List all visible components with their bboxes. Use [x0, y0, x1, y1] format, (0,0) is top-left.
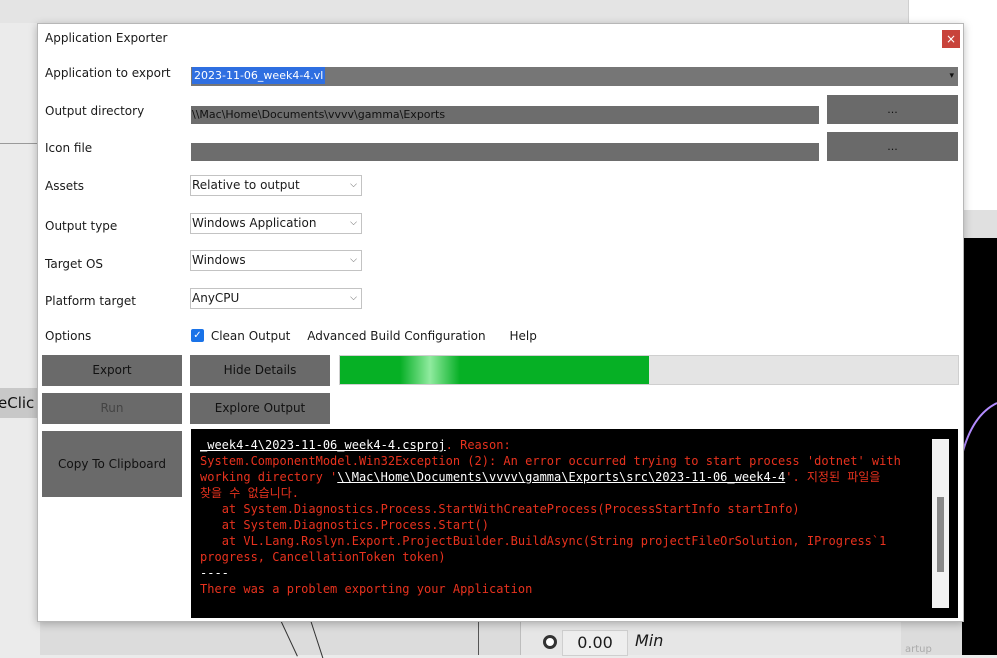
browse-output-button[interactable]: ... [827, 95, 958, 124]
chevron-down-icon: ⌵ [350, 293, 357, 303]
log-console[interactable]: _week4-4\2023-11-06_week4-4.csproj. Reas… [191, 429, 958, 618]
background-bottom-area: 0.00 Min [40, 619, 962, 658]
assets-value: Relative to output [192, 178, 300, 192]
platform-target-select[interactable]: AnyCPU ⌵ [190, 288, 362, 309]
clean-output-checkbox[interactable]: ✓ [191, 329, 204, 342]
chevron-down-icon: ⌵ [350, 180, 357, 190]
console-scrollbar[interactable] [932, 439, 949, 608]
advanced-build-link[interactable]: Advanced Build Configuration [307, 329, 485, 343]
export-progress-bar [339, 355, 959, 385]
dialog-title: Application Exporter [45, 31, 168, 45]
scrollbar-thumb[interactable] [937, 497, 944, 572]
output-type-label: Output type [45, 219, 118, 233]
application-label: Application to export [45, 66, 171, 80]
options-row: ✓ Clean Output Advanced Build Configurat… [191, 327, 537, 345]
assets-select[interactable]: Relative to output ⌵ [190, 175, 362, 196]
application-value: 2023-11-06_week4-4.vl [192, 67, 326, 84]
background-link-line [478, 620, 479, 655]
background-number-box[interactable]: 0.00 [562, 630, 628, 656]
background-min-label: Min [635, 631, 664, 650]
chevron-down-icon: ⌵ [350, 218, 357, 228]
platform-target-value: AnyCPU [192, 291, 240, 305]
output-directory-label: Output directory [45, 104, 145, 118]
copy-to-clipboard-button[interactable]: Copy To Clipboard [42, 431, 182, 497]
background-gray-panel [962, 210, 997, 240]
pin-knob-icon[interactable] [543, 635, 557, 649]
title-bar[interactable]: Application Exporter × [38, 24, 963, 53]
log-path-link[interactable]: \\Mac\Home\Documents\vvvv\gamma\Exports\… [337, 470, 785, 484]
progress-fill [340, 356, 649, 384]
progress-glow [400, 356, 460, 384]
dropdown-arrow-icon: ▾ [949, 71, 954, 81]
target-os-value: Windows [192, 253, 246, 267]
hide-details-button[interactable]: Hide Details [190, 355, 330, 386]
background-node-chip[interactable]: eClic [0, 388, 40, 418]
background-startup-text: artup [905, 644, 932, 655]
application-exporter-dialog: Application Exporter × Application to ex… [37, 23, 964, 622]
background-curve [962, 402, 997, 455]
output-type-value: Windows Application [192, 216, 317, 230]
chevron-down-icon: ⌵ [350, 255, 357, 265]
output-type-select[interactable]: Windows Application ⌵ [190, 213, 362, 234]
background-link-line [310, 619, 324, 658]
application-select[interactable]: 2023-11-06_week4-4.vl ▾ [191, 67, 958, 86]
options-label: Options [45, 329, 92, 343]
platform-target-label: Platform target [45, 294, 136, 308]
log-text: _week4-4\2023-11-06_week4-4.csproj. Reas… [200, 438, 901, 596]
export-button[interactable]: Export [42, 355, 182, 386]
target-os-select[interactable]: Windows ⌵ [190, 250, 362, 271]
icon-file-label: Icon file [45, 141, 93, 155]
explore-output-button[interactable]: Explore Output [190, 393, 330, 424]
help-link[interactable]: Help [509, 329, 536, 343]
log-path-link[interactable]: _week4-4\2023-11-06_week4-4.csproj [200, 438, 446, 452]
target-os-label: Target OS [45, 257, 104, 271]
run-button[interactable]: Run [42, 393, 182, 424]
background-window-top [0, 0, 910, 23]
background-link-line [280, 619, 298, 657]
close-button[interactable]: × [942, 30, 960, 48]
icon-file-input[interactable] [191, 143, 819, 161]
browse-icon-button[interactable]: ... [827, 132, 958, 161]
assets-label: Assets [45, 179, 85, 193]
background-line [0, 143, 40, 144]
clean-output-label[interactable]: Clean Output [211, 329, 291, 343]
output-directory-input[interactable]: \\Mac\Home\Documents\vvvv\gamma\Exports [191, 106, 819, 124]
